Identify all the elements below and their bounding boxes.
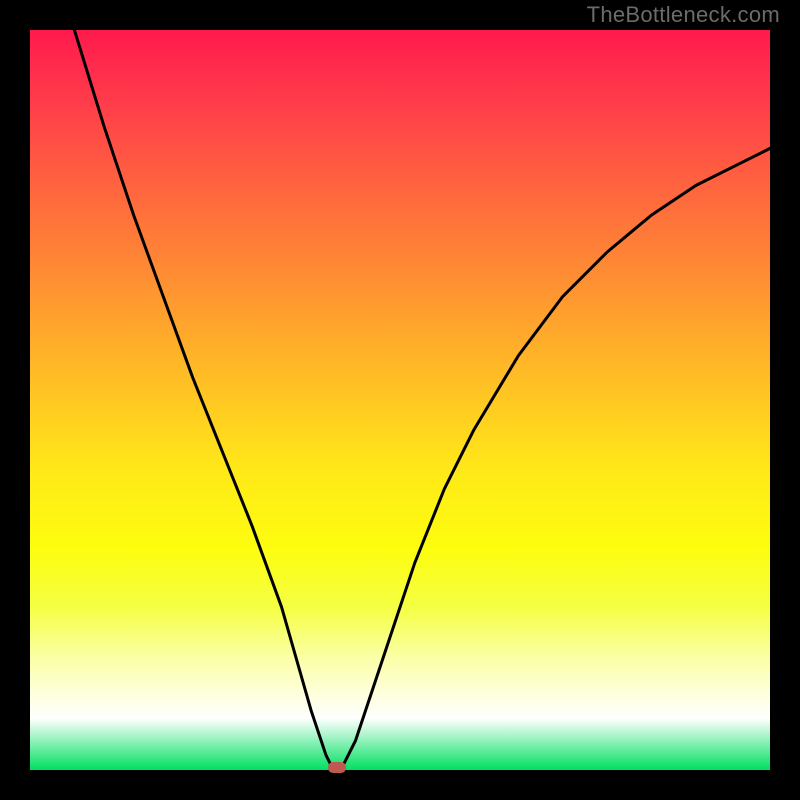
plot-area — [30, 30, 770, 770]
curve-path — [74, 30, 770, 770]
chart-container: TheBottleneck.com — [0, 0, 800, 800]
bottleneck-curve — [30, 30, 770, 770]
watermark-text: TheBottleneck.com — [587, 2, 780, 28]
optimal-point-marker — [328, 762, 346, 773]
